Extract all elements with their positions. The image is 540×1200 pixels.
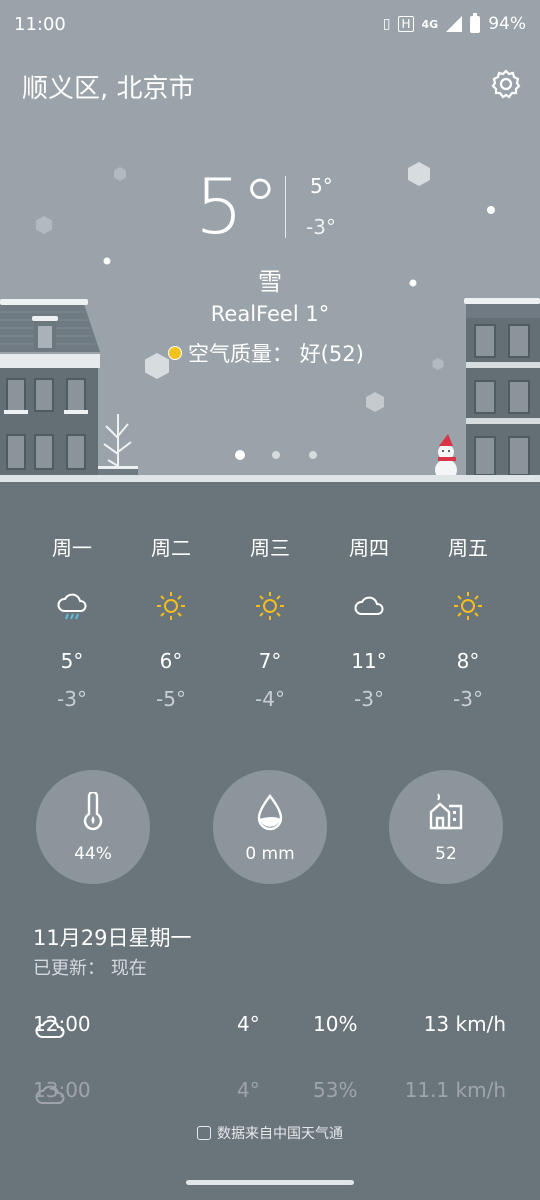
status-icons: ▯ H 4G 94% — [382, 12, 526, 34]
water-drop-icon — [257, 794, 283, 831]
source-icon — [197, 1126, 211, 1140]
forecast-high: 11° — [351, 649, 387, 673]
snowflake-icon — [36, 216, 52, 234]
status-bar: 11:00 ▯ H 4G 94% — [0, 0, 540, 50]
page-dot-1[interactable] — [235, 450, 245, 460]
forecast-day-3[interactable]: 周三 7° -4° — [220, 532, 320, 711]
current-temperature: 5° — [195, 162, 279, 251]
temperature-divider — [285, 176, 286, 238]
snowflake-icon — [114, 167, 126, 181]
home-indicator[interactable] — [186, 1180, 354, 1185]
hourly-row[interactable]: 13:00 4° 53% 11.1 km/h — [33, 1078, 513, 1118]
forecast-day-5[interactable]: 周五 8° -3° — [418, 532, 518, 711]
forecast-low: -3° — [354, 687, 384, 711]
air-quality-summary[interactable]: 空气质量： 好(52) — [168, 338, 364, 368]
forecast-day-label: 周五 — [448, 536, 488, 560]
forecast-day-4[interactable]: 周四 11° -3° — [319, 532, 419, 711]
forecast-day-label: 周四 — [349, 536, 389, 560]
forecast-day-label: 周二 — [151, 536, 191, 560]
building-air-icon — [429, 793, 463, 830]
snowflake-icon — [366, 392, 384, 412]
forecast-high: 6° — [159, 649, 183, 673]
today-high: 5° — [310, 174, 333, 198]
sun-icon — [157, 592, 185, 620]
cloud-icon — [354, 596, 384, 615]
aqi-label: 空气质量： 好(52) — [188, 342, 364, 366]
forecast-high: 5° — [60, 649, 84, 673]
hour-time: 12:00 — [33, 1012, 91, 1036]
tree-illustration — [98, 414, 138, 480]
forecast-high: 8° — [456, 649, 480, 673]
forecast-low: -3° — [57, 687, 87, 711]
forecast-low: -4° — [255, 687, 285, 711]
weather-condition: 雪 — [258, 268, 282, 296]
data-source[interactable]: 数据来自中国天气通 — [0, 1123, 540, 1143]
hour-temp: 4° — [237, 1078, 260, 1102]
page-dot-2[interactable] — [272, 451, 280, 459]
status-time: 11:00 — [14, 14, 66, 35]
forecast-day-2[interactable]: 周二 6° -5° — [121, 532, 221, 711]
hour-wind: 11.1 km/h — [404, 1078, 506, 1102]
sun-icon — [256, 592, 284, 620]
vibrate-icon: ▯ — [382, 16, 391, 32]
precipitation-value: 0 mm — [245, 844, 295, 864]
today-date: 11月29日星期一 — [33, 926, 192, 950]
source-label: 数据来自中国天气通 — [217, 1126, 343, 1142]
network-label: 4G — [421, 17, 439, 31]
hour-wind: 13 km/h — [423, 1012, 506, 1036]
snowflake-icon — [432, 358, 444, 370]
aqi-status-icon — [168, 346, 182, 360]
humidity-card[interactable]: 44% — [36, 770, 150, 884]
location-title[interactable]: 顺义区, 北京市 — [22, 68, 195, 105]
realfeel-temperature: RealFeel 1° — [210, 302, 330, 326]
hour-time: 13:00 — [33, 1078, 91, 1102]
humidity-value: 44% — [74, 844, 112, 864]
sun-icon — [454, 592, 482, 620]
hd-icon: H — [398, 16, 414, 32]
rain-cloud-icon — [57, 593, 87, 620]
thermometer-icon — [83, 790, 103, 831]
forecast-high: 7° — [258, 649, 282, 673]
snowflake-icon — [145, 353, 169, 379]
hour-precip: 10% — [313, 1012, 358, 1036]
forecast-day-1[interactable]: 周一 5° -3° — [22, 532, 122, 711]
forecast-low: -3° — [453, 687, 483, 711]
hourly-row[interactable]: 12:00 4° 10% 13 km/h — [33, 1012, 513, 1052]
forecast-low: -5° — [156, 687, 186, 711]
battery-level: 94% — [488, 14, 526, 34]
air-quality-card[interactable]: 52 — [389, 770, 503, 884]
precipitation-card[interactable]: 0 mm — [213, 770, 327, 884]
today-low: -3° — [306, 215, 336, 239]
snowflake-icon — [408, 162, 430, 186]
snow-ground — [0, 475, 540, 482]
forecast-day-label: 周一 — [52, 536, 92, 560]
gear-icon[interactable] — [490, 68, 522, 100]
snowflake-icon — [487, 206, 495, 214]
forecast-day-label: 周三 — [250, 536, 290, 560]
hour-precip: 53% — [313, 1078, 358, 1102]
battery-icon — [470, 12, 481, 33]
last-updated: 已更新： 现在 — [33, 958, 147, 979]
air-quality-value: 52 — [435, 844, 457, 864]
hour-temp: 4° — [237, 1012, 260, 1036]
signal-icon — [446, 16, 463, 32]
page-dot-3[interactable] — [309, 451, 317, 459]
